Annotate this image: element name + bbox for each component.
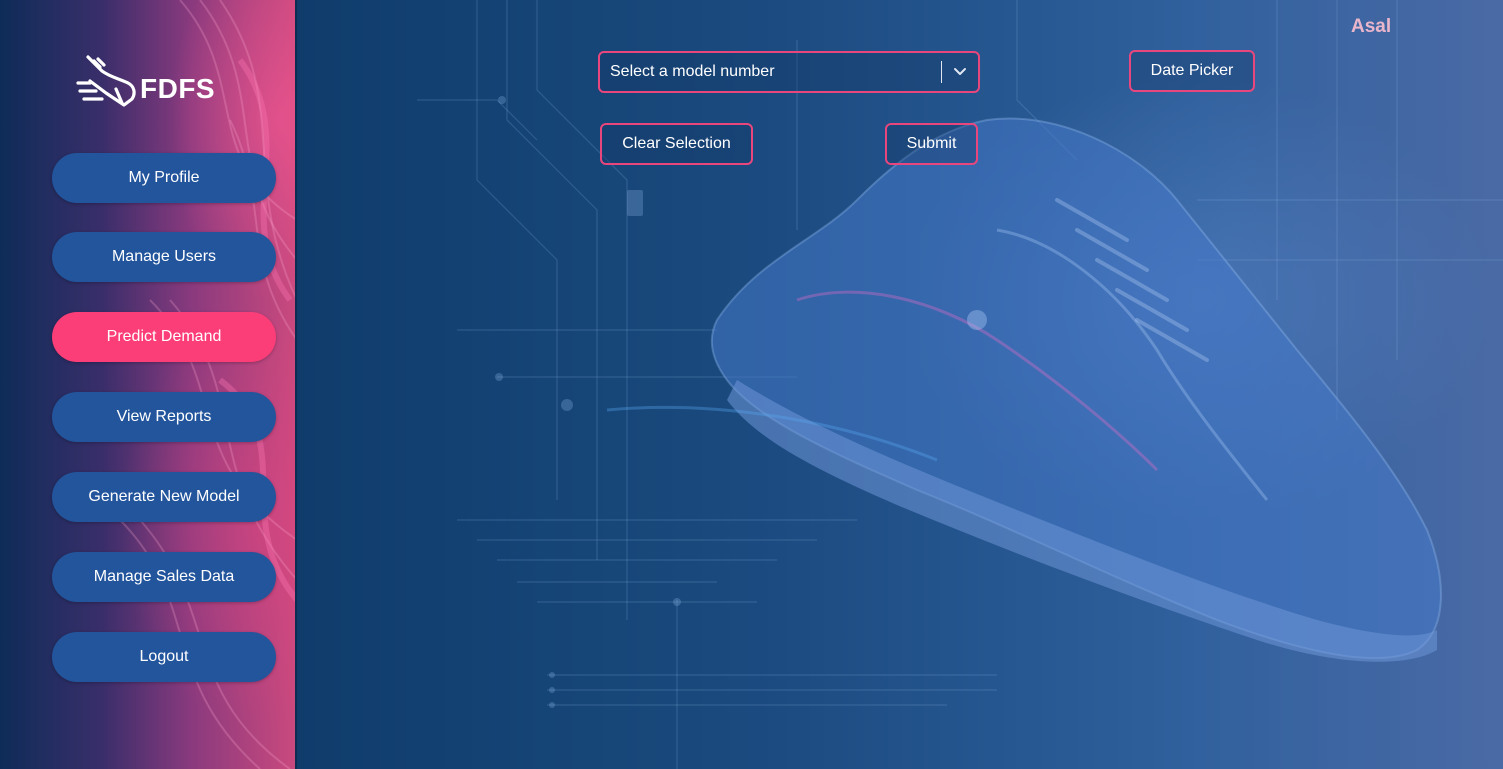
sidebar-item-view-reports[interactable]: View Reports <box>52 392 276 442</box>
running-shoe-icon <box>76 55 136 107</box>
sidebar-item-logout[interactable]: Logout <box>52 632 276 682</box>
user-name: Asal <box>1351 16 1392 37</box>
app-logo: FDFS <box>76 52 216 110</box>
submit-button[interactable]: Submit <box>885 123 978 165</box>
sidebar-item-manage-users[interactable]: Manage Users <box>52 232 276 282</box>
main-content: Asal Select a model number Date Picker C… <box>297 0 1503 769</box>
sidebar-item-generate-new-model[interactable]: Generate New Model <box>52 472 276 522</box>
chevron-down-icon[interactable] <box>942 53 978 91</box>
app-window: FDFS My Profile Manage Users Predict Dem… <box>0 0 1503 769</box>
sidebar: FDFS My Profile Manage Users Predict Dem… <box>0 0 297 769</box>
sidebar-item-manage-sales-data[interactable]: Manage Sales Data <box>52 552 276 602</box>
model-number-select[interactable]: Select a model number <box>598 51 980 93</box>
model-select-placeholder: Select a model number <box>610 63 775 80</box>
sidebar-item-my-profile[interactable]: My Profile <box>52 153 276 203</box>
sidebar-item-predict-demand[interactable]: Predict Demand <box>52 312 276 362</box>
clear-selection-button[interactable]: Clear Selection <box>600 123 753 165</box>
date-picker-button[interactable]: Date Picker <box>1129 50 1255 92</box>
logo-text: FDFS <box>140 73 216 104</box>
sneaker-illustration <box>417 0 1503 769</box>
